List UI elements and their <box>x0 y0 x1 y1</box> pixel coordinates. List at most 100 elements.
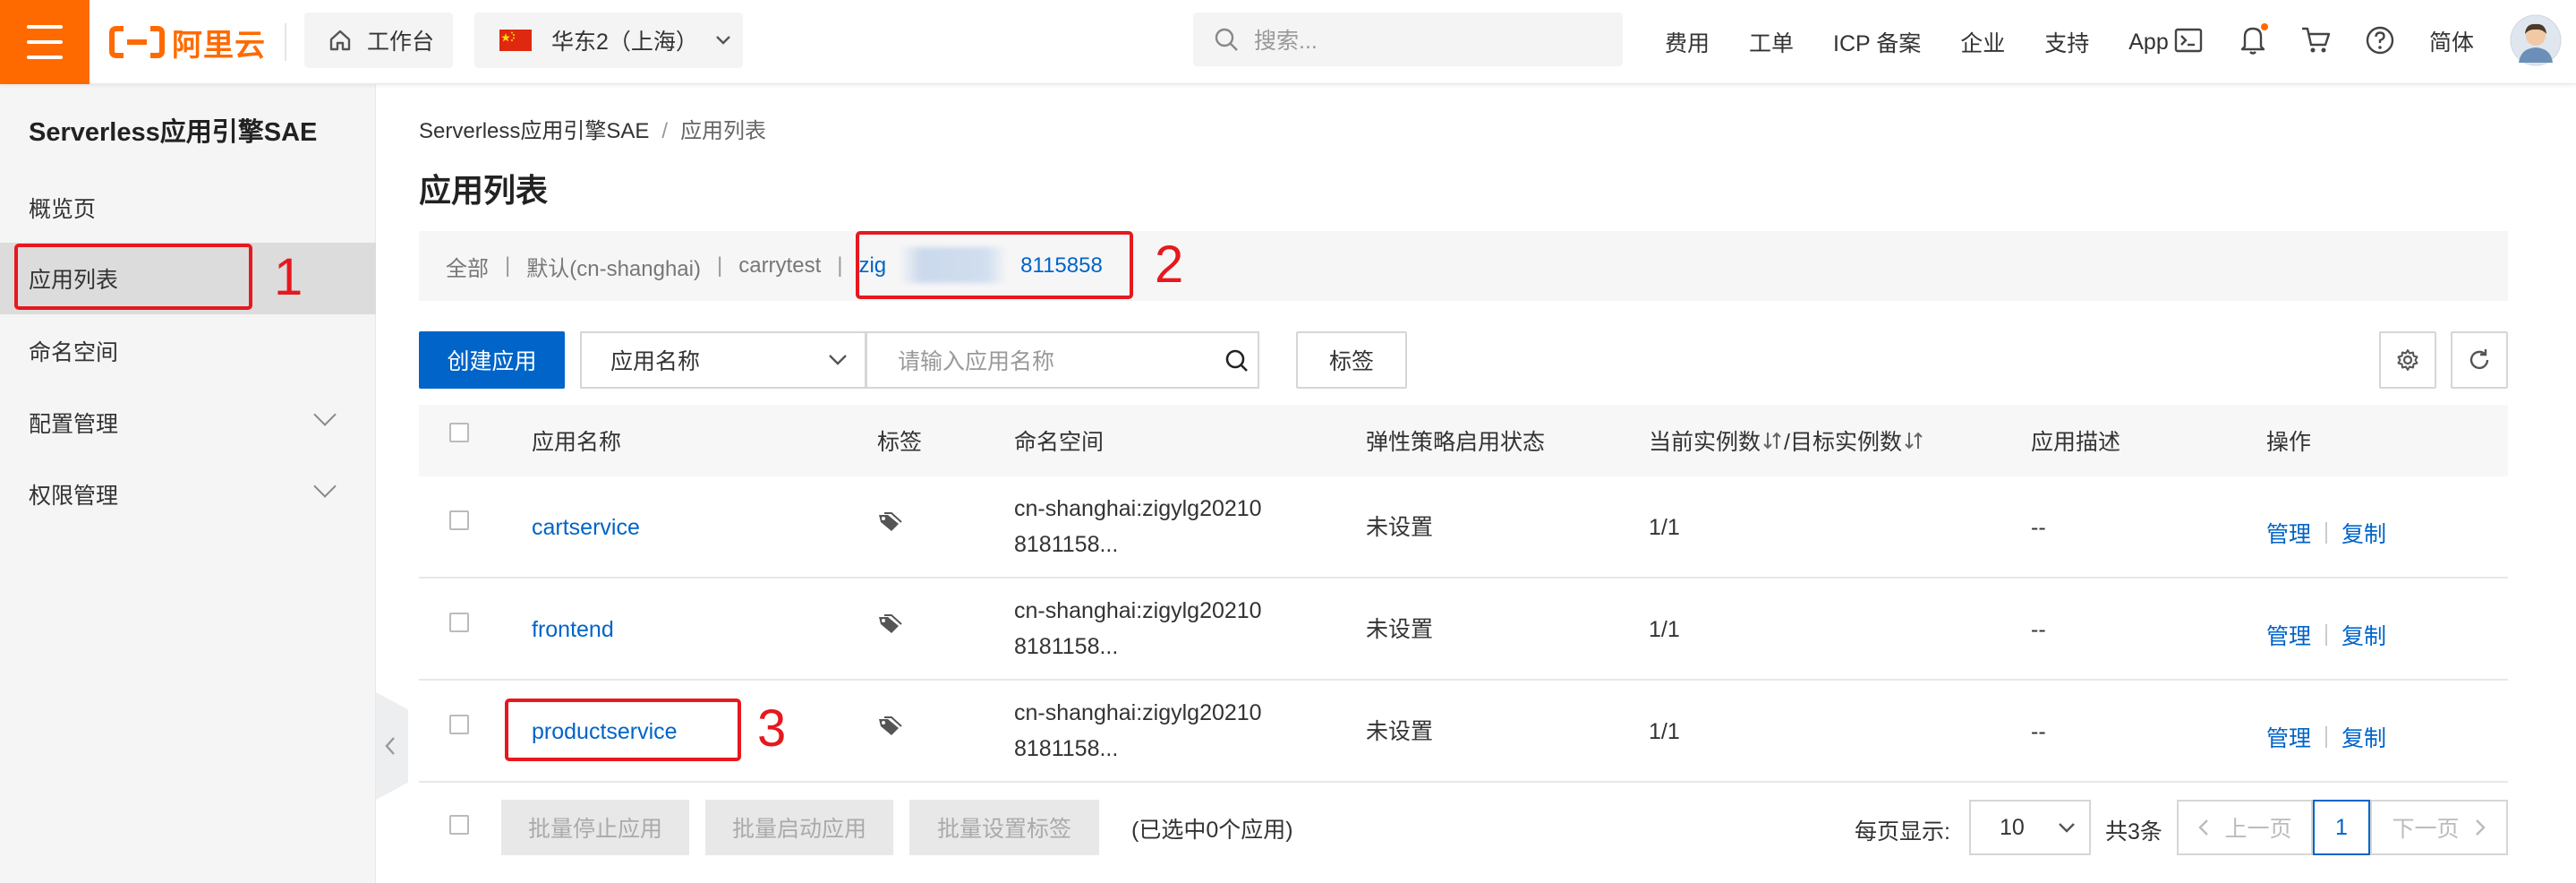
col-elastic-status: 弹性策略启用状态 <box>1366 430 1546 455</box>
app-name-link[interactable]: cartservice <box>532 510 640 545</box>
top-link-ticket[interactable]: 工单 <box>1749 26 1794 58</box>
page-1-button[interactable]: 1 <box>2313 800 2370 855</box>
sidebar-item-config[interactable]: 配置管理 <box>0 387 376 459</box>
next-page-label: 下一页 <box>2392 817 2460 842</box>
chevron-left-icon <box>385 737 395 755</box>
row-checkbox[interactable] <box>449 715 469 734</box>
app-name-search-input[interactable]: 请输入应用名称 <box>866 331 1259 389</box>
selected-count: (已选中0个应用) <box>1131 818 1293 843</box>
language-switch[interactable]: 简体 <box>2429 25 2474 57</box>
total-count: 共3条 <box>2105 819 2162 844</box>
copy-link[interactable]: 复制 <box>2341 517 2386 549</box>
aliyun-logo[interactable]: 阿里云 <box>109 20 266 64</box>
filter-default[interactable]: 默认(cn-shanghai) <box>526 251 701 282</box>
batch-stop-button[interactable]: 批量停止应用 <box>501 800 689 855</box>
manage-link[interactable]: 管理 <box>2266 619 2311 651</box>
search-icon[interactable] <box>1224 347 1250 374</box>
row-actions: 管理 复制 <box>2266 517 2386 549</box>
prev-page-button[interactable]: 上一页 <box>2177 800 2313 855</box>
top-link-billing[interactable]: 费用 <box>1665 26 1710 58</box>
annotation-number-2: 2 <box>1155 236 1184 294</box>
batch-tag-button[interactable]: 批量设置标签 <box>909 800 1099 855</box>
app-name-link[interactable]: frontend <box>532 612 614 647</box>
namespace-cell: cn-shanghai:zigylg20210 8181158... <box>1014 593 1262 664</box>
page-size-value: 10 <box>2000 814 2025 840</box>
select-all-checkbox[interactable] <box>449 423 469 442</box>
sort-icon[interactable] <box>1904 430 1923 451</box>
help-icon[interactable] <box>2365 25 2395 56</box>
workbench-button[interactable]: 工作台 <box>304 13 453 68</box>
chevron-down-icon <box>716 36 730 45</box>
batch-start-button[interactable]: 批量启动应用 <box>705 800 893 855</box>
filter-all[interactable]: 全部 <box>446 251 489 282</box>
table-row: cartservice cn-shanghai:zigylg20210 8181… <box>419 476 2508 579</box>
sidebar-collapse-toggle[interactable] <box>376 692 408 800</box>
col-instances[interactable]: 当前实例数 /目标实例数 <box>1649 405 1923 476</box>
hamburger-menu-button[interactable] <box>0 0 90 84</box>
search-field-select[interactable]: 应用名称 <box>580 331 866 389</box>
col-actions: 操作 <box>2266 430 2312 455</box>
top-link-icp[interactable]: ICP 备案 <box>1833 26 1921 58</box>
col-description: 应用描述 <box>2031 430 2121 455</box>
row-checkbox[interactable] <box>449 613 469 632</box>
instances-cell: 1/1 <box>1649 719 1680 744</box>
settings-button[interactable] <box>2379 331 2436 389</box>
sidebar-item-label: 概览页 <box>29 197 97 222</box>
col-app-name: 应用名称 <box>532 430 622 455</box>
annotation-box-3 <box>505 699 741 761</box>
top-link-app[interactable]: App <box>2128 30 2168 56</box>
cart-icon[interactable] <box>2300 25 2333 56</box>
top-link-support[interactable]: 支持 <box>2044 26 2089 58</box>
table-row: frontend cn-shanghai:zigylg20210 8181158… <box>419 579 2508 681</box>
tag-icon[interactable] <box>877 716 902 738</box>
namespace-cell: cn-shanghai:zigylg20210 8181158... <box>1014 695 1262 767</box>
tag-filter-button[interactable]: 标签 <box>1296 331 1407 389</box>
tag-icon[interactable] <box>877 614 902 636</box>
action-divider <box>2325 726 2328 748</box>
prev-page-label: 上一页 <box>2224 817 2292 842</box>
namespace-line1: cn-shanghai:zigylg20210 <box>1014 700 1262 725</box>
instances-cell: 1/1 <box>1649 617 1680 642</box>
create-app-button[interactable]: 创建应用 <box>419 331 565 389</box>
breadcrumb-separator: / <box>661 119 669 143</box>
copy-link[interactable]: 复制 <box>2341 721 2386 753</box>
filter-separator: | <box>505 253 511 278</box>
namespace-cell: cn-shanghai:zigylg20210 8181158... <box>1014 491 1262 562</box>
global-search-input[interactable]: 搜索... <box>1193 13 1623 66</box>
search-field-value: 应用名称 <box>610 349 701 374</box>
action-divider <box>2325 522 2328 544</box>
next-page-button[interactable]: 下一页 <box>2370 800 2508 855</box>
col-tags: 标签 <box>877 430 923 455</box>
terminal-icon[interactable] <box>2173 25 2204 56</box>
namespace-line2: 8181158... <box>1014 634 1119 659</box>
row-checkbox[interactable] <box>449 510 469 530</box>
sidebar-item-namespace[interactable]: 命名空间 <box>0 315 376 387</box>
gear-icon <box>2397 349 2418 371</box>
filter-carrytest[interactable]: carrytest <box>738 253 821 279</box>
filter-separator: | <box>837 253 843 278</box>
description-cell: -- <box>2031 617 2046 642</box>
annotation-box-1 <box>14 244 252 310</box>
top-link-enterprise[interactable]: 企业 <box>1960 26 2005 58</box>
bell-icon[interactable] <box>2238 21 2270 57</box>
page-size-select[interactable]: 10 <box>1969 800 2091 855</box>
breadcrumb-root[interactable]: Serverless应用引擎SAE <box>419 119 649 143</box>
region-selector[interactable]: 华东2（上海） <box>474 13 743 68</box>
user-avatar[interactable] <box>2510 14 2562 66</box>
sort-icon[interactable] <box>1762 430 1782 451</box>
manage-link[interactable]: 管理 <box>2266 517 2311 549</box>
footer-select-all-checkbox[interactable] <box>449 815 469 835</box>
home-icon <box>329 30 351 51</box>
refresh-button[interactable] <box>2451 331 2508 389</box>
sidebar-item-overview[interactable]: 概览页 <box>0 172 376 244</box>
filter-separator: | <box>716 253 723 278</box>
search-input-placeholder: 请输入应用名称 <box>898 349 1055 374</box>
breadcrumb: Serverless应用引擎SAE / 应用列表 <box>419 113 766 144</box>
tag-icon[interactable] <box>877 512 902 534</box>
manage-link[interactable]: 管理 <box>2266 721 2311 753</box>
sidebar-item-permission[interactable]: 权限管理 <box>0 459 376 530</box>
sidebar-title: Serverless应用引擎SAE <box>29 118 318 147</box>
col-namespace: 命名空间 <box>1014 430 1105 455</box>
annotation-number-3: 3 <box>757 699 787 758</box>
copy-link[interactable]: 复制 <box>2341 619 2386 651</box>
